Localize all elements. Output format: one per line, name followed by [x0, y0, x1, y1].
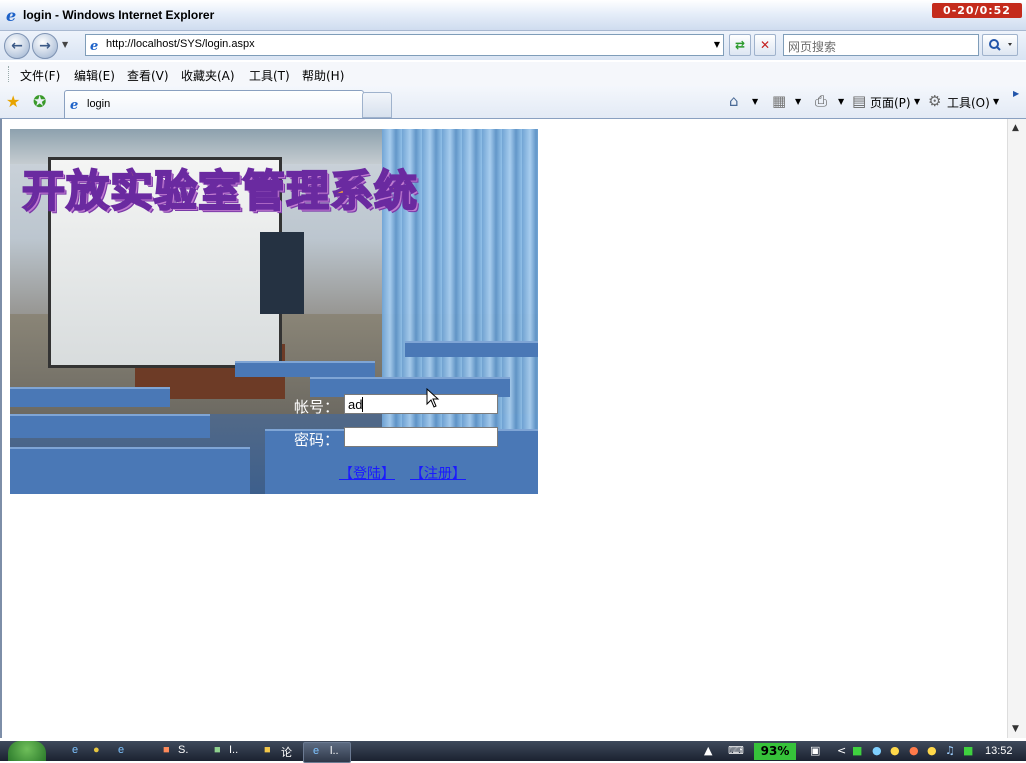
desk — [10, 447, 250, 494]
ie-quicklaunch-icon[interactable]: e — [72, 744, 78, 756]
text-caret — [362, 397, 363, 412]
desk — [235, 361, 375, 377]
address-dropdown-icon[interactable]: ▼ — [714, 40, 720, 49]
taskbar-item-3[interactable]: 论 — [281, 744, 292, 760]
home-icon[interactable]: ⌂ — [729, 92, 739, 110]
menu-view[interactable]: 查看(V) — [127, 67, 169, 84]
search-input[interactable]: 网页搜索 — [783, 34, 979, 56]
print-dropdown-icon[interactable]: ▼ — [838, 97, 844, 106]
taskbar-active-button[interactable]: e l.. — [303, 742, 351, 763]
qq-icon[interactable]: ● — [927, 744, 937, 757]
history-dropdown-icon[interactable]: ▼ — [62, 40, 68, 49]
ie-task-icon: e — [313, 745, 320, 757]
menu-favorites[interactable]: 收藏夹(A) — [181, 67, 235, 84]
system-title: 开放实验室管理系统 — [21, 166, 418, 218]
menu-bar: 文件(F) 编辑(E) 查看(V) 收藏夹(A) 工具(T) 帮助(H) — [0, 61, 1026, 87]
scroll-down-icon[interactable]: ▼ — [1012, 724, 1019, 734]
account-value: ad — [348, 397, 363, 412]
taskbar-item-2[interactable]: I.. — [229, 744, 238, 756]
search-icon — [989, 39, 1012, 51]
folder-icon: ■ — [264, 744, 271, 756]
search-button[interactable] — [982, 34, 1018, 56]
search-placeholder: 网页搜索 — [788, 40, 837, 54]
ie-logo-icon: e — [6, 7, 16, 23]
print-icon[interactable]: ⎙ — [815, 92, 827, 110]
keyboard-icon[interactable]: ⌨ — [728, 744, 744, 757]
chevron-right-icon[interactable]: ▶ — [1013, 89, 1019, 98]
window-title: login - Windows Internet Explorer — [23, 8, 215, 22]
refresh-icon: ⇄ — [734, 38, 746, 52]
forward-button[interactable]: → — [32, 33, 58, 59]
desk — [10, 414, 210, 438]
ie2-quicklaunch-icon[interactable]: e — [118, 744, 124, 756]
address-url: http://localhost/SYS/login.aspx — [106, 38, 255, 50]
add-favorite-icon[interactable]: ✪ — [33, 92, 46, 111]
register-link[interactable]: 【注册】 — [410, 463, 466, 483]
svg-text:e: e — [70, 98, 78, 111]
window-title-bar: e login - Windows Internet Explorer 0-20… — [0, 0, 1026, 31]
account-input[interactable]: ad — [344, 394, 498, 414]
home-dropdown-icon[interactable]: ▼ — [752, 97, 758, 106]
mouse-cursor-icon — [426, 388, 440, 408]
svg-text:e: e — [6, 7, 16, 23]
tab-bar: ★ ✪ e login ⌂ ▼ ▦ ▼ ⎙ ▼ ▤ 页面(P) ▼ ⚙ 工具(O… — [0, 86, 1026, 119]
volume-icon[interactable]: ♫ — [945, 744, 955, 757]
tray-app-icon[interactable]: ■ — [963, 744, 973, 757]
gear-icon: ⚙ — [928, 92, 942, 110]
taskbar: e ● e ■ S. ■ I.. ■ 论 e l.. ▲ ⌨ 93% ▣ < ■… — [0, 741, 1026, 763]
feeds-icon[interactable]: ▦ — [772, 92, 786, 110]
account-label: 帐号： — [294, 398, 340, 416]
taskbar-app-icon: ■ — [214, 744, 221, 756]
tray-expand-icon[interactable]: ▲ — [704, 744, 712, 757]
page-favicon-icon: e — [90, 39, 98, 52]
taskbar-clock[interactable]: 13:52 — [985, 745, 1013, 757]
tray-app-icon[interactable]: ● — [872, 744, 882, 757]
blackboard — [260, 232, 304, 314]
tab-login[interactable]: e login — [64, 90, 364, 118]
taskbar-app-icon: ■ — [163, 744, 170, 756]
taskbar-item-1[interactable]: S. — [178, 744, 188, 756]
network-icon[interactable]: ▣ — [810, 744, 820, 757]
menu-tools[interactable]: 工具(T) — [249, 67, 290, 84]
password-label: 密码： — [294, 431, 340, 449]
media-quicklaunch-icon[interactable]: ● — [93, 744, 100, 756]
window-controls[interactable]: 0-20/0:52 — [932, 3, 1022, 18]
tab-label: login — [87, 98, 111, 110]
vertical-scrollbar[interactable]: ▲ ▼ — [1007, 119, 1026, 738]
tools-dropdown-icon[interactable]: ▼ — [993, 97, 999, 106]
tray-app-icon[interactable]: ● — [909, 744, 919, 757]
qq-icon[interactable]: ● — [890, 744, 900, 757]
password-input[interactable] — [344, 427, 498, 447]
page-icon: ▤ — [852, 92, 867, 110]
page-dropdown-icon[interactable]: ▼ — [914, 97, 920, 106]
menu-file[interactable]: 文件(F) — [20, 67, 60, 84]
chevron-left-icon[interactable]: < — [837, 744, 846, 757]
svg-text:e: e — [90, 39, 98, 52]
menu-help[interactable]: 帮助(H) — [302, 67, 344, 84]
refresh-button[interactable]: ⇄ — [729, 34, 751, 56]
tab-favicon-icon: e — [70, 98, 78, 111]
menu-edit[interactable]: 编辑(E) — [74, 67, 115, 84]
stop-icon: ✕ — [759, 38, 771, 52]
back-button[interactable]: ← — [4, 33, 30, 59]
taskbar-item-4: l.. — [330, 745, 339, 757]
login-link[interactable]: 【登陆】 — [339, 463, 395, 483]
battery-indicator[interactable]: 93% — [754, 743, 796, 760]
page-menu-button[interactable]: 页面(P) — [870, 94, 911, 111]
favorites-star-icon[interactable]: ★ — [6, 92, 20, 111]
start-button[interactable] — [8, 741, 46, 761]
stop-button[interactable]: ✕ — [754, 34, 776, 56]
scroll-up-icon[interactable]: ▲ — [1012, 123, 1019, 133]
tray-app-icon[interactable]: ■ — [852, 744, 862, 757]
address-input[interactable]: e http://localhost/SYS/login.aspx ▼ — [85, 34, 724, 56]
address-toolbar: ← → ▼ e http://localhost/SYS/login.aspx … — [0, 31, 1026, 60]
menu-grip — [8, 66, 11, 82]
forward-arrow-icon: → — [39, 38, 51, 54]
desk — [10, 387, 170, 407]
tools-menu-button[interactable]: 工具(O) — [947, 94, 990, 111]
feeds-dropdown-icon[interactable]: ▼ — [795, 97, 801, 106]
new-tab-button[interactable] — [362, 92, 392, 118]
back-arrow-icon: ← — [11, 38, 23, 54]
desk — [405, 341, 538, 357]
